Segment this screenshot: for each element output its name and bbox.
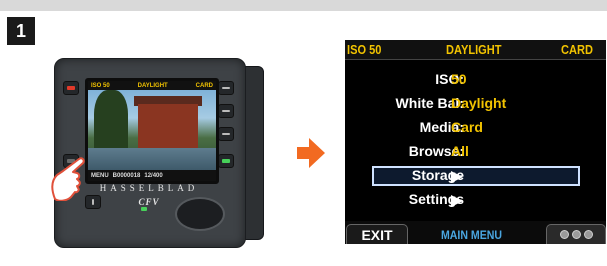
camera-green-led (141, 207, 147, 211)
submenu-arrow-icon (451, 195, 463, 207)
menu-item-value: All (451, 143, 469, 159)
camera-lcd: ISO 50 DAYLIGHT CARD MENU B0000018 12/40… (85, 78, 219, 184)
submenu-arrow-icon (451, 171, 463, 183)
camera-back: ISO 50 DAYLIGHT CARD MENU B0000018 12/40… (51, 58, 264, 248)
status-white-balance: DAYLIGHT (446, 42, 502, 57)
camera-view-button[interactable] (218, 154, 234, 168)
dot-icon (571, 230, 581, 239)
photo-barn (138, 104, 198, 148)
menu-screen: ISO 50 DAYLIGHT CARD ISO: 50 White Bal: … (345, 40, 606, 244)
step-number: 1 (7, 17, 35, 45)
dot-icon (583, 230, 593, 239)
menu-item-white-balance[interactable]: White Bal: Daylight (345, 93, 606, 115)
pointing-hand-icon (51, 157, 85, 201)
menu-item-browse[interactable]: Browse: All (345, 141, 606, 163)
camera-lcd-wb: DAYLIGHT (137, 82, 168, 89)
menu-item-value: Card (451, 119, 483, 135)
camera-brand: HASSELBLAD (99, 183, 199, 193)
exit-button[interactable]: EXIT (346, 224, 408, 244)
camera-red-button[interactable] (63, 81, 79, 95)
camera-minus-button[interactable] (218, 104, 234, 118)
menu-item-settings[interactable]: Settings (345, 189, 606, 211)
top-band (0, 0, 607, 11)
camera-lcd-media: CARD (195, 82, 213, 89)
camera-lcd-count: 12/400 (144, 172, 163, 179)
more-options-button[interactable] (546, 224, 606, 244)
menu-bottom-bar: EXIT MAIN MENU (345, 221, 606, 244)
camera-lcd-bottom: MENU B0000018 12/400 (88, 170, 216, 181)
camera-lcd-status: ISO 50 DAYLIGHT CARD (88, 81, 216, 90)
menu-item-value: Daylight (451, 95, 507, 111)
camera-body: ISO 50 DAYLIGHT CARD MENU B0000018 12/40… (51, 58, 246, 248)
camera-lcd-file: B0000018 (112, 172, 141, 179)
camera-lcd-menu: MENU (91, 172, 109, 179)
camera-plus-button[interactable] (218, 81, 234, 95)
menu-item-media[interactable]: Media: Card (345, 117, 606, 139)
menu-item-value: 50 (451, 71, 467, 87)
menu-title: MAIN MENU (441, 228, 503, 242)
menu-status-bar: ISO 50 DAYLIGHT CARD (345, 40, 606, 60)
status-iso: ISO 50 (347, 42, 382, 57)
dot-icon (559, 230, 569, 239)
camera-exit-button[interactable] (218, 127, 234, 141)
menu-item-iso[interactable]: ISO: 50 (345, 69, 606, 91)
status-media: CARD (561, 42, 593, 57)
menu-item-storage[interactable]: Storage (345, 165, 606, 187)
next-step-arrow-icon (297, 138, 325, 168)
camera-dial[interactable] (175, 197, 225, 231)
photo-tree (94, 90, 128, 150)
camera-lcd-iso: ISO 50 (91, 82, 110, 89)
photo-water (88, 148, 216, 170)
preview-photo (88, 90, 216, 170)
